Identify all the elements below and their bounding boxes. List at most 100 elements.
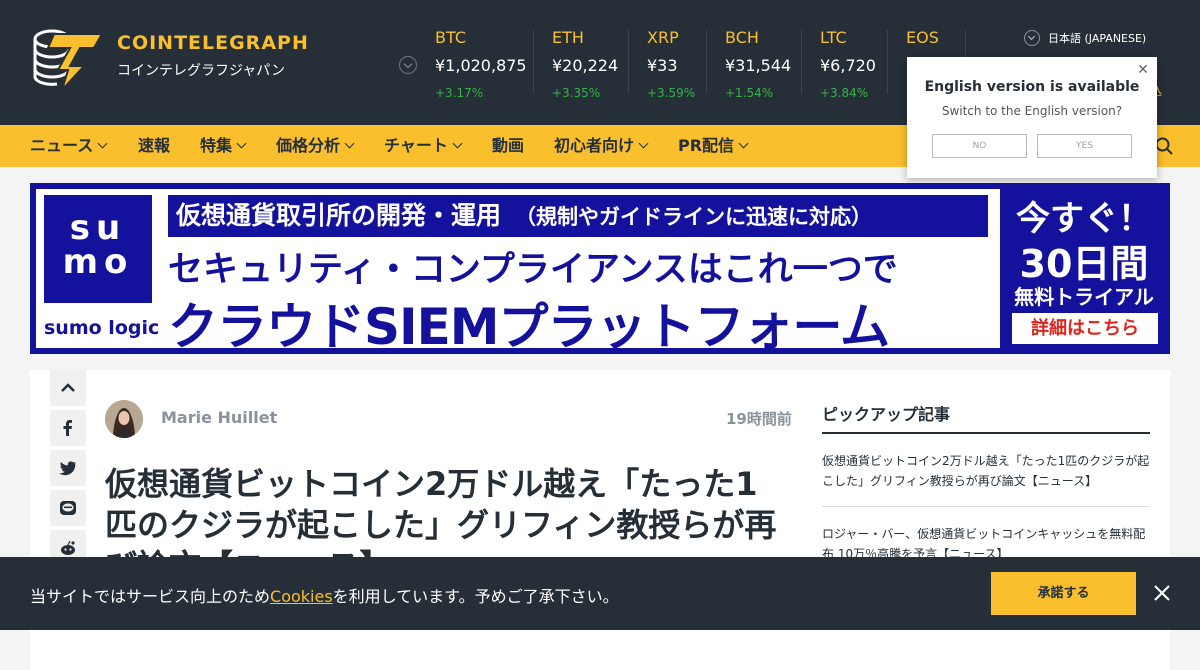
share-twitter-button[interactable] [50, 450, 86, 486]
pickup-article-link[interactable]: 仮想通貨ビットコイン2万ドル越え「たった1匹のクジラが起こした」グリフィン教授ら… [822, 451, 1150, 491]
language-selector[interactable]: 日本語 (JAPANESE) [1024, 29, 1146, 47]
nav-item-charts[interactable]: チャート [384, 125, 463, 167]
ticker-item-bch[interactable]: BCH ¥31,544 +1.54% [725, 28, 791, 100]
nav-item-breaking[interactable]: 速報 [138, 125, 170, 167]
ticker-item-xrp[interactable]: XRP ¥33 +3.59% [647, 28, 695, 100]
ticker-symbol: ETH [552, 28, 584, 47]
facebook-icon [63, 420, 72, 436]
popup-title: English version is available [924, 79, 1140, 95]
share-line-button[interactable] [50, 490, 86, 526]
nav-item-label: 初心者向け [554, 136, 635, 155]
ticker-change: +3.35% [552, 86, 601, 100]
ticker-divider [706, 30, 707, 94]
nav-item-video[interactable]: 動画 [492, 125, 524, 167]
ticker-divider [801, 30, 802, 94]
nav-item-label: 速報 [138, 136, 171, 155]
line-icon [60, 501, 76, 515]
ticker-symbol: EOS [906, 28, 939, 47]
ticker-toggle-chevron-icon[interactable] [399, 56, 417, 74]
chevron-down-icon [638, 138, 649, 149]
pickup-divider [822, 432, 1150, 434]
nav-item-label: 価格分析 [276, 136, 341, 155]
chevron-down-icon [738, 138, 749, 149]
chevron-down-icon [1024, 30, 1040, 46]
ticker-symbol: XRP [647, 28, 679, 47]
ad-headline-2: セキュリティ・コンプライアンスはこれ一つで [168, 250, 898, 290]
ad-headline-1-main: 仮想通貨取引所の開発・運用 [176, 201, 502, 230]
logo-title: COINTELEGRAPH [117, 32, 309, 54]
search-icon[interactable] [1155, 137, 1173, 155]
ad-logo-text: sumo logic [44, 317, 160, 339]
ticker-price: ¥33 [647, 56, 678, 75]
share-facebook-button[interactable] [50, 410, 86, 446]
reddit-icon [61, 540, 75, 555]
ad-main-panel: 仮想通貨取引所の開発・運用 （規制やガイドラインに迅速に対応） セキュリティ・コン… [162, 189, 1000, 356]
ticker-price: ¥6,720 [820, 56, 876, 75]
ad-headline-3: クラウドSIEMプラットフォーム [168, 298, 890, 356]
article-time-ago: 19時間前 [726, 410, 792, 428]
ticker-change: +3.84% [820, 86, 869, 100]
close-icon[interactable] [1153, 584, 1171, 602]
scroll-top-button[interactable] [50, 370, 86, 406]
ad-headline-1-small: （規制やガイドラインに迅速に対応） [515, 205, 873, 229]
chevron-down-icon [344, 138, 355, 149]
ticker-divider [887, 30, 888, 94]
ticker-item-ltc[interactable]: LTC ¥6,720 +3.84% [820, 28, 876, 100]
nav-item-label: ニュース [30, 136, 94, 155]
ad-headline-1: 仮想通貨取引所の開発・運用 （規制やガイドラインに迅速に対応） [168, 195, 988, 237]
nav-item-price-analysis[interactable]: 価格分析 [276, 125, 355, 167]
pickup-item-divider [822, 506, 1150, 507]
logo-subtitle: コインテレグラフジャパン [117, 63, 285, 79]
ad-details-button[interactable]: 詳細はこちら [1012, 313, 1158, 344]
ad-banner[interactable]: su mo sumo logic 仮想通貨取引所の開発・運用 （規制やガイドライン… [30, 183, 1170, 356]
nav-item-label: 特集 [200, 136, 233, 155]
close-icon[interactable]: ✕ [1137, 63, 1149, 77]
author-name[interactable]: Marie Huillet [161, 408, 277, 427]
ad-logo-panel: su mo sumo logic [36, 189, 162, 348]
author-avatar-image [105, 400, 143, 438]
ad-cta-panel: 今すぐ！ 30日間 無料トライアル 詳細はこちら [1004, 189, 1164, 348]
ticker-divider [533, 30, 534, 94]
cookie-accept-button[interactable]: 承諾する [991, 572, 1136, 615]
popup-subtitle: Switch to the English version? [941, 104, 1123, 118]
language-switch-popup: ✕ English version is available Switch to… [907, 57, 1157, 178]
cointelegraph-logo-icon [33, 29, 104, 91]
popup-no-button[interactable]: NO [932, 134, 1027, 158]
chevron-down-icon [236, 138, 247, 149]
nav-item-pr[interactable]: PR配信 [678, 125, 749, 167]
ad-cta-trial: 無料トライアル [1014, 285, 1154, 309]
ad-cta-days: 30日間 [1019, 242, 1149, 286]
chevron-down-icon [97, 138, 108, 149]
ticker-change: +1.54% [725, 86, 774, 100]
cookie-policy-link[interactable]: Cookies [270, 587, 333, 606]
cookie-text-before: 当サイトではサービス向上のため [30, 587, 271, 606]
ticker-item-eth[interactable]: ETH ¥20,224 +3.35% [552, 28, 618, 100]
language-label: 日本語 (JAPANESE) [1048, 32, 1147, 45]
ticker-divider [628, 30, 629, 94]
nav-item-features[interactable]: 特集 [200, 125, 247, 167]
pickup-heading: ピックアップ記事 [822, 405, 951, 424]
site-logo[interactable]: COINTELEGRAPH コインテレグラフジャパン [30, 26, 310, 96]
twitter-icon [59, 461, 76, 476]
ticker-price: ¥1,020,875 [435, 56, 527, 75]
ticker-symbol: BCH [725, 28, 759, 47]
author-avatar[interactable] [105, 400, 143, 438]
ticker-change: +3.59% [647, 86, 696, 100]
ticker-change: +3.17% [435, 86, 484, 100]
ticker-symbol: LTC [820, 28, 847, 47]
ticker-price: ¥20,224 [552, 56, 619, 75]
chevron-up-icon [61, 383, 75, 392]
nav-item-label: チャート [384, 136, 448, 155]
ticker-symbol: BTC [435, 28, 466, 47]
nav-item-label: 動画 [492, 136, 525, 155]
nav-item-label: PR配信 [678, 136, 735, 155]
ticker-item-btc[interactable]: BTC ¥1,020,875 +3.17% [435, 28, 527, 100]
ticker-price: ¥31,544 [725, 56, 792, 75]
nav-item-news[interactable]: ニュース [30, 125, 108, 167]
sumo-logic-logo: su mo [44, 195, 152, 303]
chevron-down-icon [452, 138, 463, 149]
popup-yes-button[interactable]: YES [1037, 134, 1132, 158]
cookie-text-after: を利用しています。予めご了承下さい。 [332, 587, 619, 606]
nav-item-beginners[interactable]: 初心者向け [554, 125, 649, 167]
cookie-banner: 当サイトではサービス向上のためCookiesを利用しています。予めご了承下さい。… [0, 557, 1200, 630]
